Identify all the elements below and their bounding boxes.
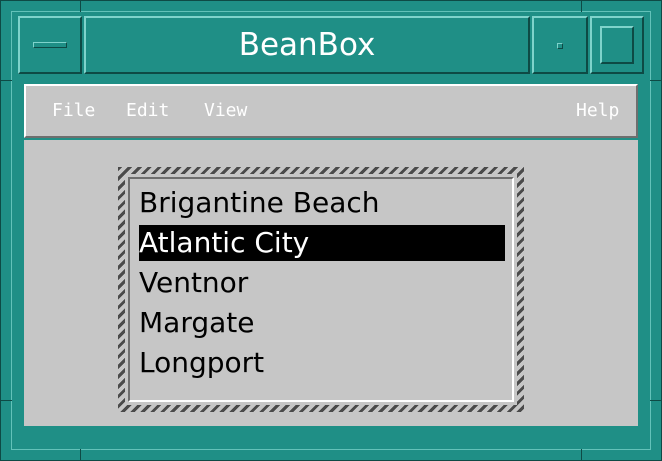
title-bar[interactable]: BeanBox [18, 16, 644, 74]
list-item-selected[interactable]: Atlantic City [139, 225, 505, 261]
maximize-button[interactable] [590, 16, 644, 74]
menu-edit[interactable]: Edit [126, 86, 169, 136]
frame-corner-notch [650, 80, 662, 81]
maximize-icon [600, 26, 634, 64]
menu-file[interactable]: File [52, 86, 95, 136]
frame-corner-notch [581, 449, 582, 461]
frame-corner-notch [0, 400, 12, 401]
minimize-icon [557, 43, 563, 49]
frame-corner-notch [650, 400, 662, 401]
city-listbox[interactable]: Brigantine Beach Atlantic City Ventnor M… [128, 177, 514, 402]
minimize-button[interactable] [532, 16, 588, 74]
frame-corner-notch [0, 80, 12, 81]
list-item[interactable]: Margate [139, 305, 505, 341]
window-menu-button[interactable] [18, 16, 82, 74]
menu-view[interactable]: View [204, 86, 247, 136]
frame-corner-notch [80, 449, 81, 461]
frame-corner-notch [80, 0, 81, 12]
list-item[interactable]: Brigantine Beach [139, 185, 505, 221]
menu-bar: File Edit View Help [24, 84, 638, 138]
window-title: BeanBox [84, 16, 530, 74]
list-item[interactable]: Ventnor [139, 265, 505, 301]
menu-help[interactable]: Help [576, 86, 619, 136]
frame-corner-notch [581, 0, 582, 12]
list-item[interactable]: Longport [139, 345, 505, 381]
window-menu-icon [33, 42, 67, 48]
